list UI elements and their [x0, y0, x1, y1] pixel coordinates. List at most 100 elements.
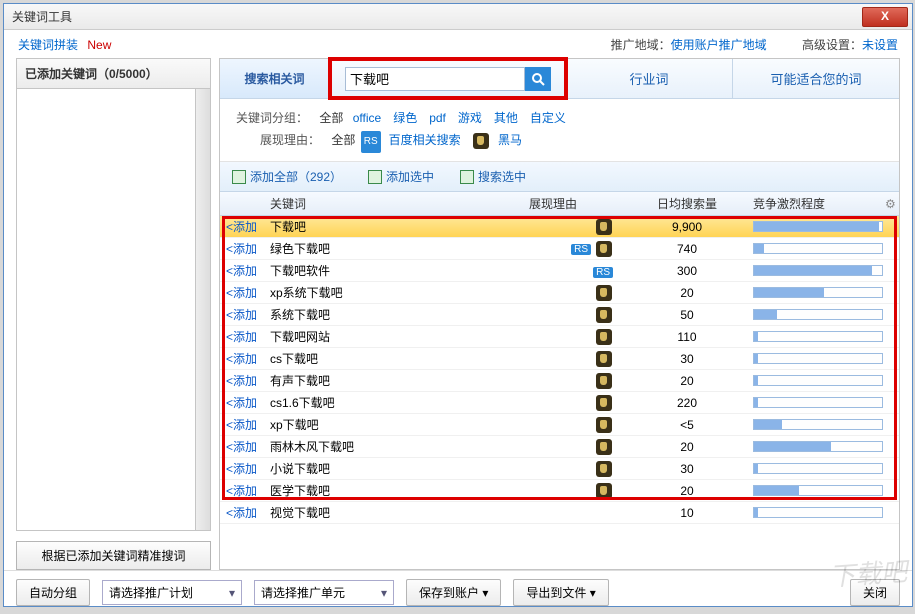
left-scrollbar[interactable] [195, 89, 210, 530]
unit-select[interactable]: 请选择推广单元▾ [254, 580, 394, 605]
gear-icon[interactable]: ⚙ [879, 197, 899, 211]
table-row[interactable]: <添加小说下载吧30 [220, 458, 899, 480]
cell-keyword: xp系统下载吧 [264, 284, 523, 301]
reason-filter-all[interactable]: 全部 [331, 133, 355, 147]
cell-keyword: 有声下载吧 [264, 372, 523, 389]
group-filter-2[interactable]: pdf [429, 111, 446, 125]
horse-icon [596, 461, 612, 477]
add-link[interactable]: 添加 [233, 220, 257, 234]
cell-daily: 20 [627, 440, 747, 454]
table-row[interactable]: <添加下载吧网站110 [220, 326, 899, 348]
cell-daily: 20 [627, 374, 747, 388]
export-button[interactable]: 导出到文件 ▾ [513, 579, 608, 606]
add-link[interactable]: 添加 [233, 484, 257, 498]
add-selected-button[interactable]: 添加选中 [368, 168, 434, 185]
tab-search-related[interactable]: 搜索相关词 [220, 59, 330, 98]
close-bottom-button[interactable]: 关闭 [850, 579, 900, 606]
cell-competition [747, 485, 879, 496]
top-toolbar: 关键词拼装 New 推广地域：使用账户推广地域 高级设置：未设置 [4, 30, 912, 58]
col-daily[interactable]: 日均搜索量 [627, 195, 747, 212]
cell-reason [523, 461, 627, 477]
cell-competition [747, 243, 879, 254]
search-input[interactable] [345, 67, 525, 91]
cell-reason [523, 373, 627, 389]
table-row[interactable]: <添加视觉下载吧10 [220, 502, 899, 524]
add-link[interactable]: 添加 [233, 506, 257, 520]
group-filter-all[interactable]: 全部 [319, 111, 343, 125]
table-header: 关键词 展现理由 日均搜索量 竞争激烈程度 ⚙ [220, 192, 899, 216]
table-row[interactable]: <添加xp下载吧<5 [220, 414, 899, 436]
table-row[interactable]: <添加下载吧软件RS300 [220, 260, 899, 282]
table-row[interactable]: <添加医学下载吧20 [220, 480, 899, 502]
add-link[interactable]: 添加 [233, 330, 257, 344]
add-link[interactable]: 添加 [233, 462, 257, 476]
add-link[interactable]: 添加 [233, 418, 257, 432]
group-filter-5[interactable]: 自定义 [530, 111, 566, 125]
add-link[interactable]: 添加 [233, 286, 257, 300]
cell-daily: 110 [627, 330, 747, 344]
horse-icon [473, 133, 489, 149]
cell-keyword: 下载吧 [264, 218, 523, 235]
chevron-down-icon: ▾ [381, 586, 387, 600]
add-link[interactable]: 添加 [233, 308, 257, 322]
cell-competition [747, 221, 879, 232]
group-filter-0[interactable]: office [353, 111, 381, 125]
cell-reason [523, 483, 627, 499]
table-row[interactable]: <添加雨林木风下载吧20 [220, 436, 899, 458]
table-row[interactable]: <添加系统下载吧50 [220, 304, 899, 326]
chevron-down-icon: ▾ [229, 586, 235, 600]
cell-keyword: cs1.6下载吧 [264, 394, 523, 411]
table-row[interactable]: <添加cs1.6下载吧220 [220, 392, 899, 414]
cell-daily: 300 [627, 264, 747, 278]
group-filter-4[interactable]: 其他 [494, 111, 518, 125]
tab-industry[interactable]: 行业词 [566, 59, 733, 98]
region-link[interactable]: 使用账户推广地域 [671, 38, 767, 52]
cell-keyword: 系统下载吧 [264, 306, 523, 323]
col-competition[interactable]: 竞争激烈程度 [747, 195, 879, 212]
search-icon [531, 72, 545, 86]
table-row[interactable]: <添加下载吧9,900 [220, 216, 899, 238]
table-row[interactable]: <添加cs下载吧30 [220, 348, 899, 370]
cell-keyword: cs下载吧 [264, 350, 523, 367]
horse-icon [596, 373, 612, 389]
group-filter-label: 关键词分组： [236, 111, 308, 125]
table-row[interactable]: <添加有声下载吧20 [220, 370, 899, 392]
reason-filter-label: 展现理由： [260, 133, 320, 147]
add-all-button[interactable]: 添加全部（292） [232, 168, 342, 185]
group-filter-3[interactable]: 游戏 [458, 111, 482, 125]
col-reason[interactable]: 展现理由 [523, 195, 627, 212]
adv-label: 高级设置： [802, 38, 862, 52]
add-link[interactable]: 添加 [233, 396, 257, 410]
cell-keyword: 下载吧网站 [264, 328, 523, 345]
cell-daily: <5 [627, 418, 747, 432]
cell-reason [523, 395, 627, 411]
col-keyword[interactable]: 关键词 [264, 195, 523, 212]
add-link[interactable]: 添加 [233, 264, 257, 278]
cell-reason [523, 351, 627, 367]
reason-hm-link[interactable]: 黑马 [498, 133, 522, 147]
autogroup-button[interactable]: 自动分组 [16, 579, 90, 606]
table-row[interactable]: <添加绿色下载吧RS740 [220, 238, 899, 260]
reason-rs-link[interactable]: 百度相关搜索 [389, 133, 461, 147]
table-row[interactable]: <添加xp系统下载吧20 [220, 282, 899, 304]
keyword-assemble-link[interactable]: 关键词拼装 [18, 38, 78, 52]
tab-suggest[interactable]: 可能适合您的词 [733, 59, 899, 98]
refine-search-button[interactable]: 根据已添加关键词精准搜词 [16, 541, 211, 570]
close-button[interactable]: X [862, 7, 908, 27]
horse-icon [596, 307, 612, 323]
window-title: 关键词工具 [12, 8, 72, 25]
save-button[interactable]: 保存到账户 ▾ [406, 579, 501, 606]
search-selected-button[interactable]: 搜索选中 [460, 168, 526, 185]
add-link[interactable]: 添加 [233, 242, 257, 256]
add-link[interactable]: 添加 [233, 374, 257, 388]
cell-competition [747, 375, 879, 386]
adv-link[interactable]: 未设置 [862, 38, 898, 52]
cell-daily: 20 [627, 286, 747, 300]
add-link[interactable]: 添加 [233, 440, 257, 454]
add-sel-icon [368, 170, 382, 184]
search-button[interactable] [525, 67, 551, 91]
group-filter-1[interactable]: 绿色 [393, 111, 417, 125]
plan-select[interactable]: 请选择推广计划▾ [102, 580, 242, 605]
horse-icon [596, 483, 612, 499]
add-link[interactable]: 添加 [233, 352, 257, 366]
